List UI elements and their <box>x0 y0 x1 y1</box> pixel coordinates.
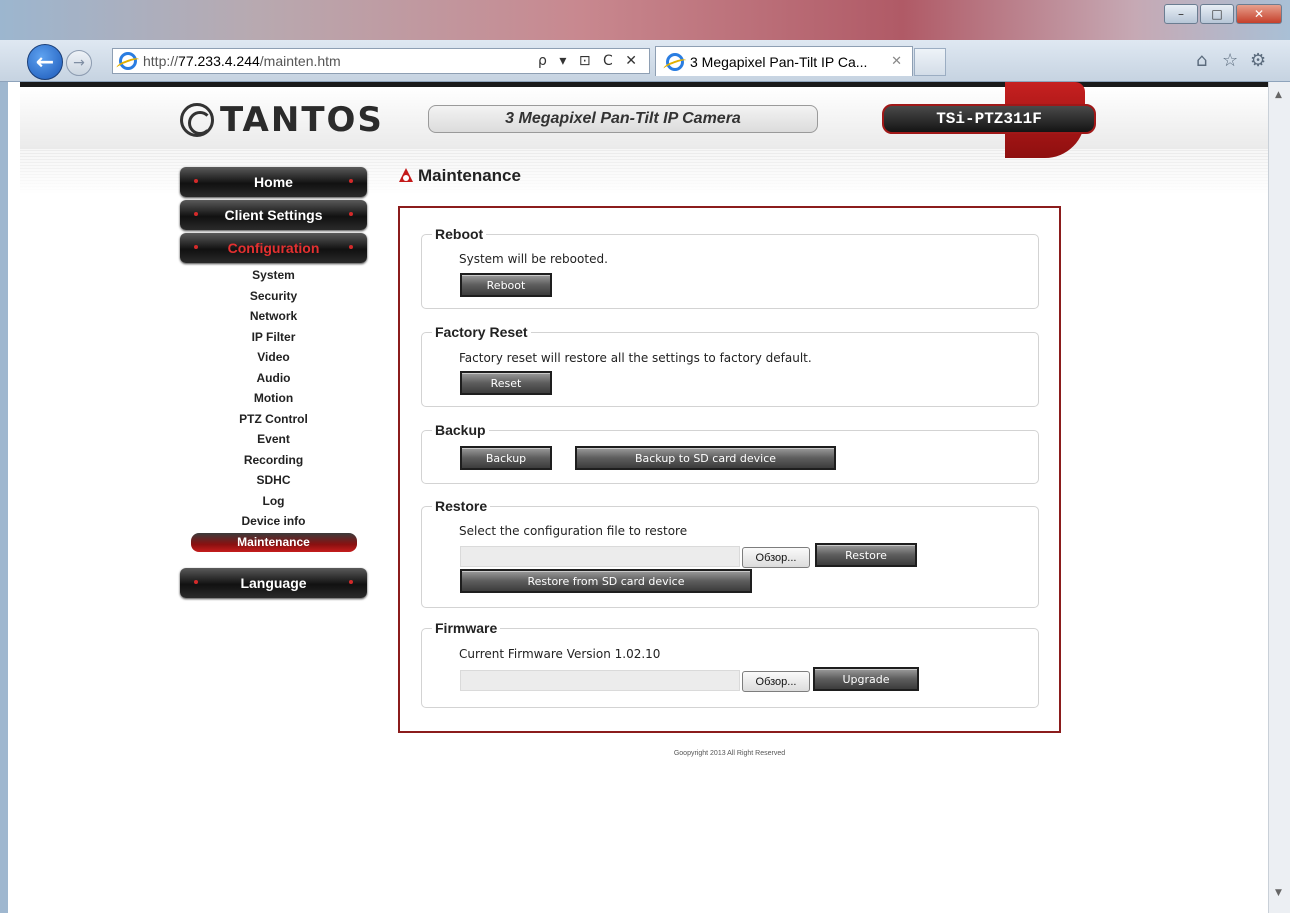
backup-legend: Backup <box>435 422 486 438</box>
close-window-button[interactable]: ✕ <box>1236 4 1282 24</box>
subnav-sdhc[interactable]: SDHC <box>180 470 367 491</box>
nav-home[interactable]: Home <box>180 167 367 197</box>
minimize-button[interactable]: – <box>1164 4 1198 24</box>
subnav-network[interactable]: Network <box>180 306 367 327</box>
backup-sd-button[interactable]: Backup to SD card device <box>575 446 836 470</box>
page-viewport: TANTOS 3 Megapixel Pan-Tilt IP Camera TS… <box>8 82 1278 913</box>
reboot-legend: Reboot <box>435 226 484 242</box>
subnav-log[interactable]: Log <box>180 491 367 512</box>
reset-button[interactable]: Reset <box>460 371 552 395</box>
vertical-scrollbar[interactable]: ▲ ▼ <box>1268 82 1290 913</box>
upgrade-button[interactable]: Upgrade <box>813 667 919 691</box>
page-title: Maintenance <box>398 166 521 186</box>
model-badge: TSi-PTZ311F <box>882 104 1096 134</box>
restore-legend: Restore <box>435 498 488 514</box>
address-url: http://77.233.4.244/mainten.htm <box>143 53 341 69</box>
ie-page-icon <box>119 52 137 70</box>
nav-client-settings[interactable]: Client Settings <box>180 200 367 230</box>
scroll-down-icon[interactable]: ▼ <box>1275 888 1282 898</box>
subnav-device-info[interactable]: Device info <box>180 511 367 532</box>
restore-browse-button[interactable]: Обзор... <box>742 547 810 568</box>
reboot-text: System will be rebooted. <box>459 252 608 266</box>
restore-sd-button[interactable]: Restore from SD card device <box>460 569 752 593</box>
subnav-maintenance[interactable]: Maintenance <box>190 532 357 552</box>
brand-name: TANTOS <box>220 100 384 140</box>
browser-navbar: ← → http://77.233.4.244/mainten.htm ρ ▾ … <box>0 40 1290 82</box>
subnav-audio[interactable]: Audio <box>180 368 367 389</box>
factory-reset-text: Factory reset will restore all the setti… <box>459 351 812 365</box>
firmware-browse-button[interactable]: Обзор... <box>742 671 810 692</box>
subnav-security[interactable]: Security <box>180 286 367 307</box>
favorites-star-icon[interactable]: ☆ <box>1222 50 1238 71</box>
firmware-legend: Firmware <box>435 620 498 636</box>
tab-ie-icon <box>666 52 684 71</box>
subnav-video[interactable]: Video <box>180 347 367 368</box>
nav-configuration[interactable]: Configuration <box>180 233 367 263</box>
firmware-group: Firmware <box>421 620 1039 708</box>
window-controls: – □ ✕ <box>1164 4 1282 24</box>
subnav-ptz-control[interactable]: PTZ Control <box>180 409 367 430</box>
home-icon[interactable]: ⌂ <box>1196 50 1207 71</box>
nav-language[interactable]: Language <box>180 568 367 598</box>
subnav-event[interactable]: Event <box>180 429 367 450</box>
logo-icon <box>180 103 214 137</box>
restore-text: Select the configuration file to restore <box>459 524 688 538</box>
subnav-system[interactable]: System <box>180 265 367 286</box>
subnav-motion[interactable]: Motion <box>180 388 367 409</box>
tab-close-icon[interactable]: ✕ <box>891 54 902 69</box>
firmware-version-text: Current Firmware Version 1.02.10 <box>459 647 661 661</box>
new-tab-button[interactable] <box>914 48 946 76</box>
maintenance-panel: Reboot System will be rebooted. Reboot F… <box>398 206 1061 733</box>
maintenance-arrow-icon <box>398 167 414 185</box>
tools-gear-icon[interactable]: ⚙ <box>1250 50 1266 71</box>
maximize-button[interactable]: □ <box>1200 4 1234 24</box>
subnav-ip-filter[interactable]: IP Filter <box>180 327 367 348</box>
window-titlebar: – □ ✕ <box>0 0 1290 40</box>
back-button[interactable]: ← <box>27 44 63 80</box>
restore-file-input[interactable] <box>460 546 740 567</box>
page-title-text: Maintenance <box>418 166 521 185</box>
browser-tab[interactable]: 3 Megapixel Pan-Tilt IP Ca... ✕ <box>655 46 913 76</box>
forward-button[interactable]: → <box>66 50 92 76</box>
firmware-file-input[interactable] <box>460 670 740 691</box>
scroll-up-icon[interactable]: ▲ <box>1275 90 1282 100</box>
restore-button[interactable]: Restore <box>815 543 917 567</box>
copyright-text: Goopyright 2013 All Right Reserved <box>673 750 786 757</box>
address-tools-icons[interactable]: ρ ▾ ⊡ C ✕ <box>538 53 641 69</box>
brand-logo: TANTOS <box>180 100 384 140</box>
subnav-recording[interactable]: Recording <box>180 450 367 471</box>
reboot-button[interactable]: Reboot <box>460 273 552 297</box>
backup-button[interactable]: Backup <box>460 446 552 470</box>
address-bar[interactable]: http://77.233.4.244/mainten.htm ρ ▾ ⊡ C … <box>112 48 650 74</box>
configuration-submenu: System Security Network IP Filter Video … <box>180 265 367 552</box>
tab-title: 3 Megapixel Pan-Tilt IP Ca... <box>690 53 868 70</box>
product-name: 3 Megapixel Pan-Tilt IP Camera <box>428 105 818 133</box>
factory-reset-legend: Factory Reset <box>435 324 528 340</box>
